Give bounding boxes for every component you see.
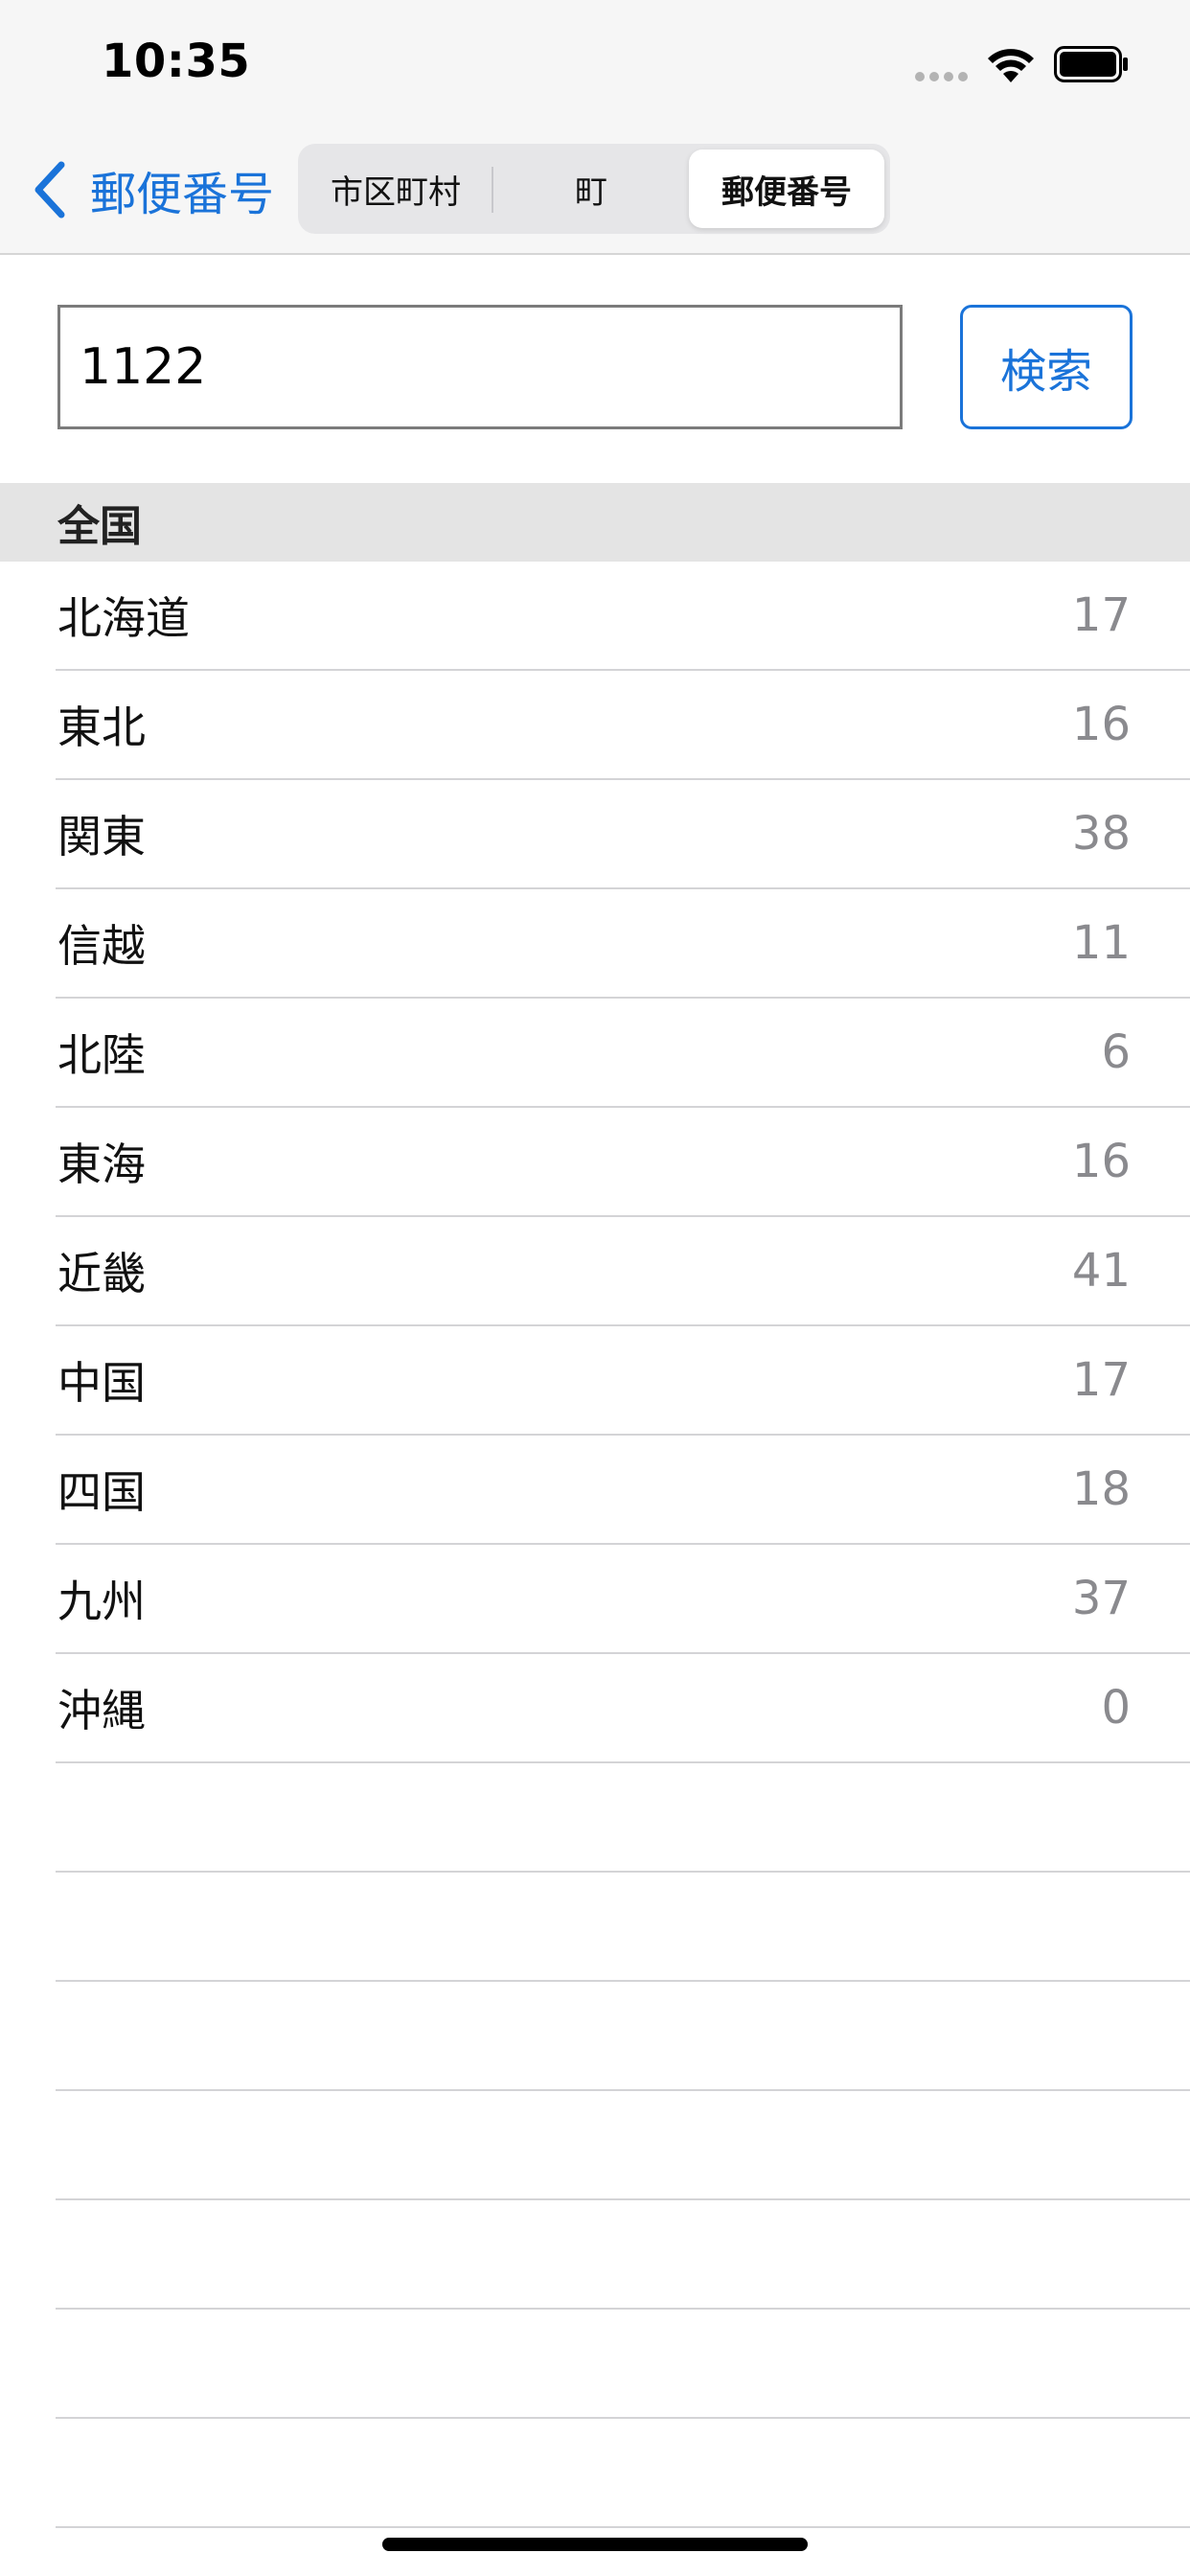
list-item-kyushu[interactable]: 九州 37: [0, 1545, 1190, 1654]
list-item-kanto[interactable]: 関東 38: [0, 780, 1190, 889]
region-label: 北海道: [57, 592, 190, 644]
region-count: 0: [1101, 1681, 1131, 1735]
empty-row: [0, 1873, 1190, 1982]
region-count: 41: [1071, 1244, 1131, 1298]
region-label: 東北: [57, 702, 146, 753]
empty-row: [0, 2310, 1190, 2419]
region-label: 東海: [57, 1138, 146, 1190]
list-item-hokkaido[interactable]: 北海道 17: [0, 562, 1190, 671]
region-label: 関東: [57, 811, 146, 862]
region-count: 16: [1071, 698, 1131, 751]
wifi-icon: [988, 49, 1034, 82]
back-button[interactable]: 郵便番号: [33, 151, 274, 228]
list-item-shikoku[interactable]: 四国 18: [0, 1436, 1190, 1545]
postal-code-input[interactable]: 1122: [57, 305, 903, 429]
empty-row: [0, 2419, 1190, 2528]
segmented-control: 市区町村 町 郵便番号: [298, 144, 890, 234]
region-label: 四国: [57, 1466, 146, 1518]
region-label: 沖縄: [57, 1685, 146, 1736]
list-item-okinawa[interactable]: 沖縄 0: [0, 1654, 1190, 1763]
section-header: 全国: [0, 483, 1190, 562]
region-count: 18: [1071, 1462, 1131, 1516]
list-item-chugoku[interactable]: 中国 17: [0, 1326, 1190, 1436]
empty-row: [0, 2200, 1190, 2310]
segment-postal-code[interactable]: 郵便番号: [689, 150, 884, 228]
region-count: 6: [1101, 1025, 1131, 1079]
region-count: 17: [1071, 588, 1131, 642]
region-count: 37: [1071, 1572, 1131, 1625]
status-time: 10:35: [102, 34, 251, 88]
back-chevron-icon: [34, 161, 65, 218]
empty-row: [0, 2091, 1190, 2200]
back-button-label: 郵便番号: [90, 168, 275, 221]
region-label: 北陸: [57, 1029, 146, 1081]
empty-row: [0, 1982, 1190, 2091]
region-label: 中国: [57, 1357, 146, 1409]
region-count: 17: [1071, 1353, 1131, 1407]
segment-municipality[interactable]: 市区町村: [298, 150, 493, 228]
list-item-shinetsu[interactable]: 信越 11: [0, 889, 1190, 999]
region-label: 信越: [57, 920, 146, 972]
home-indicator: [382, 2538, 808, 2551]
segment-town[interactable]: 町: [493, 150, 689, 228]
region-count: 38: [1071, 807, 1131, 861]
empty-row: [0, 1763, 1190, 1873]
section-header-label: 全国: [57, 502, 142, 551]
list-item-tokai[interactable]: 東海 16: [0, 1108, 1190, 1217]
list-item-hokuriku[interactable]: 北陸 6: [0, 999, 1190, 1108]
search-button[interactable]: 検索: [960, 305, 1133, 429]
navigation-bar: 10:35 郵便番号 市区町村 町 郵便番号: [0, 0, 1190, 255]
region-label: 近畿: [57, 1248, 146, 1300]
region-count: 11: [1071, 916, 1131, 970]
list-item-kinki[interactable]: 近畿 41: [0, 1217, 1190, 1326]
cellular-signal-icon: [915, 72, 968, 81]
region-count: 16: [1071, 1135, 1131, 1188]
battery-icon: [1054, 46, 1128, 82]
region-list: 北海道 17 東北 16 関東 38 信越 11 北陸 6 東海 16 近畿 4…: [0, 562, 1190, 2528]
list-item-tohoku[interactable]: 東北 16: [0, 671, 1190, 780]
region-label: 九州: [57, 1576, 146, 1627]
